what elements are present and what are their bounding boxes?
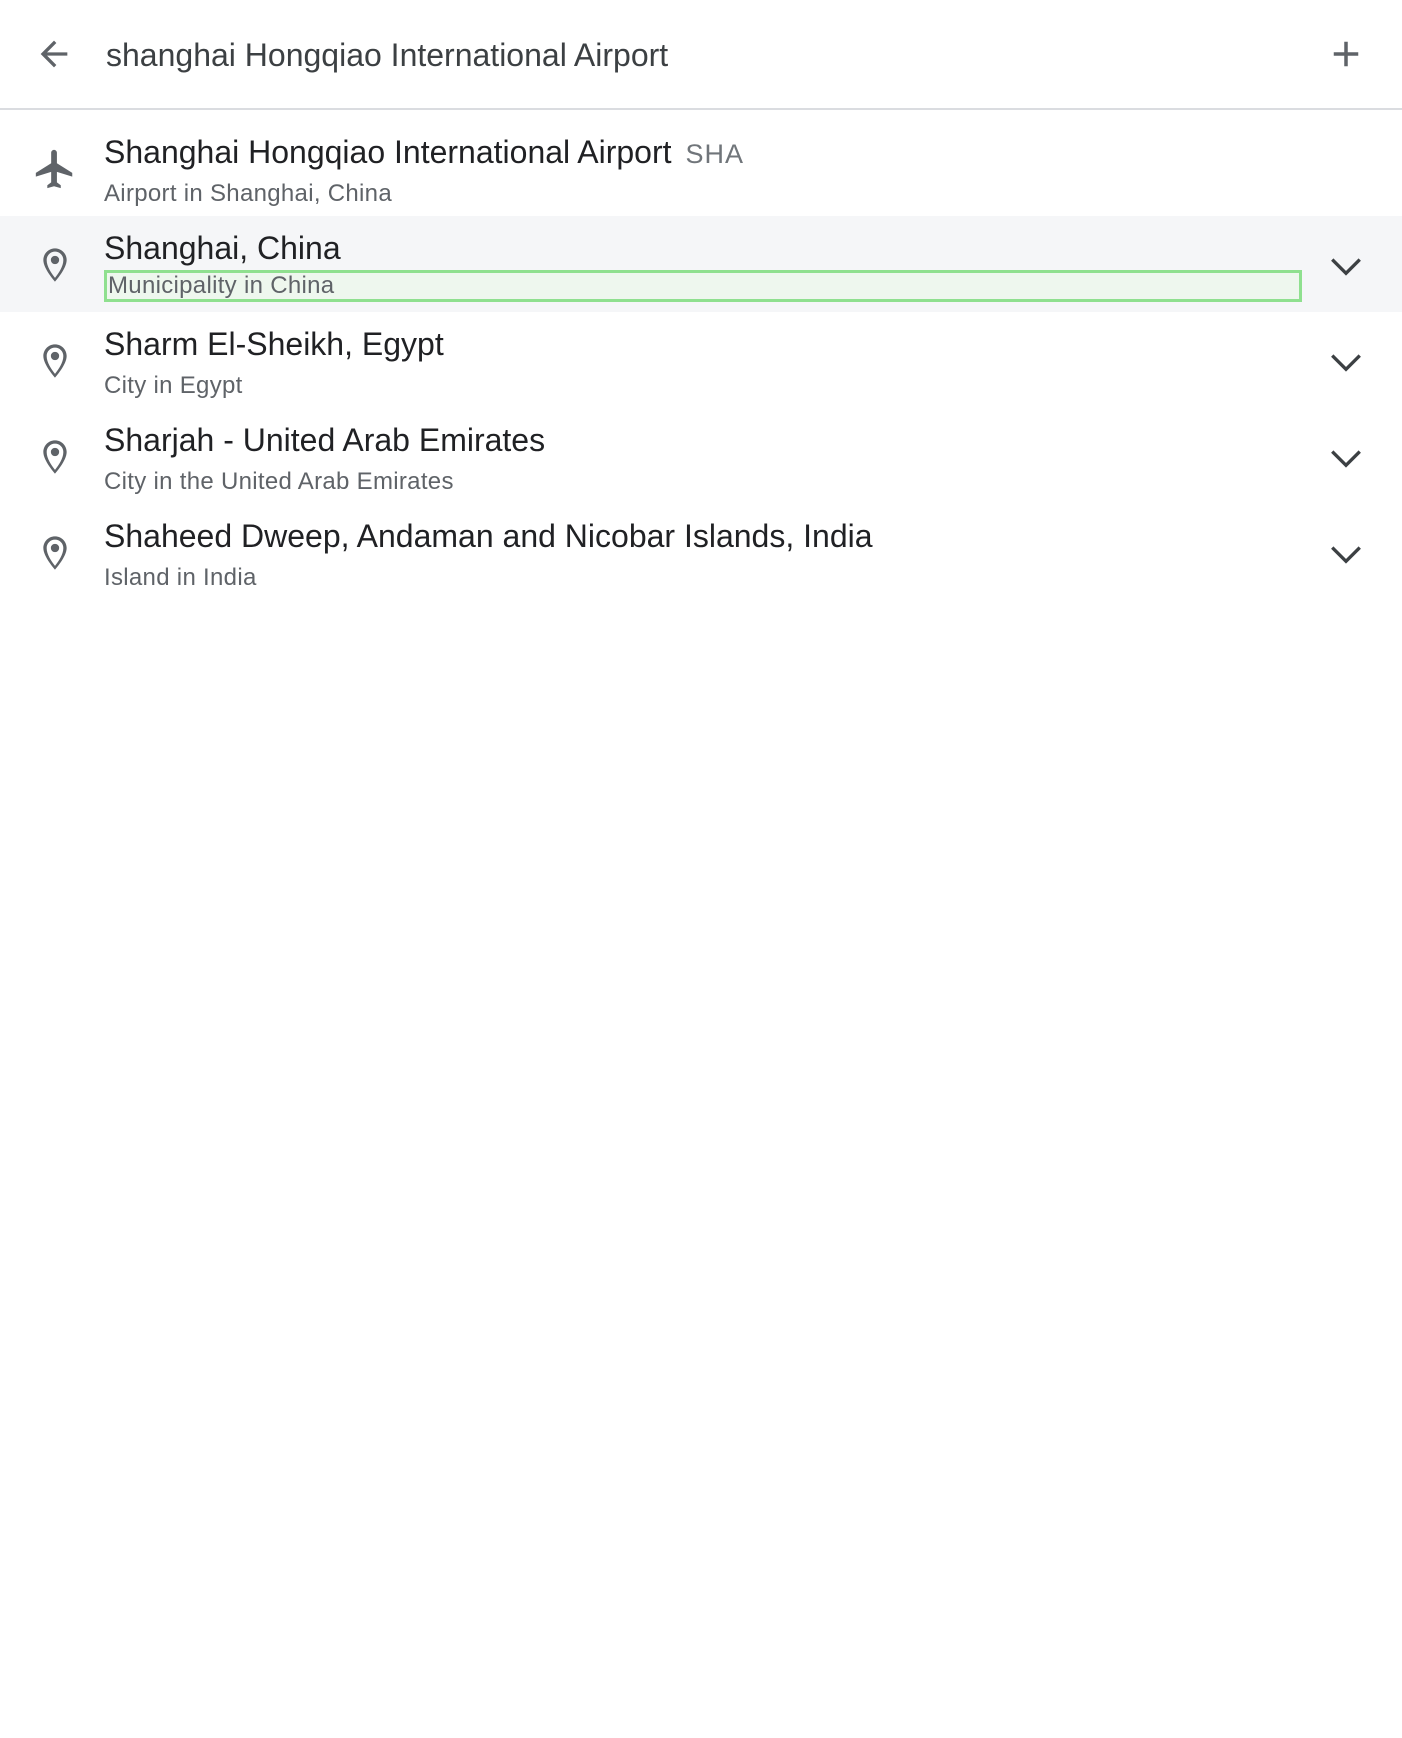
chevron-down-icon — [1331, 450, 1361, 468]
airport-code: SHA — [685, 139, 745, 169]
search-input[interactable] — [106, 30, 1286, 80]
result-title: Sharjah - United Arab Emirates — [104, 422, 546, 458]
expand-button[interactable] — [1320, 336, 1372, 388]
airplane-icon — [30, 144, 80, 194]
chevron-down-icon — [1331, 258, 1361, 276]
chevron-down-icon — [1331, 354, 1361, 372]
arrow-left-icon — [40, 40, 68, 68]
expand-button[interactable] — [1320, 240, 1372, 292]
result-item-sharm-el-sheikh[interactable]: Sharm El-Sheikh, Egypt City in Egypt — [0, 312, 1402, 408]
plus-icon — [1333, 41, 1359, 67]
result-item-airport[interactable]: Shanghai Hongqiao International Airport S… — [0, 120, 1402, 216]
location-pin-icon — [30, 528, 80, 578]
result-title: Shanghai, China — [104, 230, 341, 266]
search-bar — [0, 0, 1402, 110]
result-subtitle: Airport in Shanghai, China — [104, 180, 392, 207]
result-subtitle: Municipality in China — [104, 270, 1302, 302]
result-title: Shaheed Dweep, Andaman and Nicobar Islan… — [104, 518, 873, 554]
chevron-down-icon — [1331, 546, 1361, 564]
expand-button[interactable] — [1320, 528, 1372, 580]
result-title: Shanghai Hongqiao International Airport S… — [104, 134, 745, 170]
expand-button[interactable] — [1320, 432, 1372, 484]
result-subtitle: City in the United Arab Emirates — [104, 468, 454, 495]
result-title: Sharm El-Sheikh, Egypt — [104, 326, 444, 362]
result-item-shanghai[interactable]: Shanghai, China Municipality in China — [0, 216, 1402, 312]
result-item-sharjah[interactable]: Sharjah - United Arab Emirates City in t… — [0, 408, 1402, 504]
result-item-shaheed-dweep[interactable]: Shaheed Dweep, Andaman and Nicobar Islan… — [0, 504, 1402, 600]
back-button[interactable] — [28, 28, 80, 80]
location-pin-icon — [30, 432, 80, 482]
search-results-list: Shanghai Hongqiao International Airport S… — [0, 120, 1402, 600]
location-pin-icon — [30, 240, 80, 290]
result-subtitle: Island in India — [104, 564, 257, 591]
location-pin-icon — [30, 336, 80, 386]
add-button[interactable] — [1320, 28, 1372, 80]
result-subtitle: City in Egypt — [104, 372, 243, 399]
